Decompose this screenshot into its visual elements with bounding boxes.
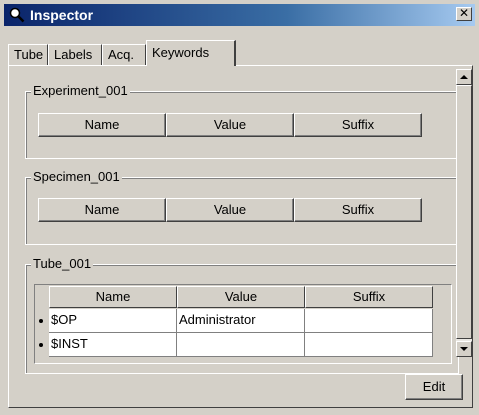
experiment-group-title: Experiment_001 <box>31 83 130 98</box>
close-icon: ✕ <box>458 6 470 20</box>
column-header-suffix[interactable]: Suffix <box>305 286 433 308</box>
cell-value[interactable] <box>177 333 305 357</box>
cell-value[interactable]: Administrator <box>177 309 305 333</box>
experiment-value-button[interactable]: Value <box>166 113 294 137</box>
specimen-value-button[interactable]: Value <box>166 198 294 222</box>
scroll-down-button[interactable] <box>456 341 472 357</box>
specimen-group-title: Specimen_001 <box>31 169 122 184</box>
edit-button[interactable]: Edit <box>405 374 463 400</box>
column-header-value[interactable]: Value <box>177 286 305 308</box>
cell-suffix[interactable] <box>305 333 433 357</box>
title-bar[interactable]: Inspector ✕ <box>4 4 475 26</box>
experiment-name-button[interactable]: Name <box>38 113 166 137</box>
tab-acq[interactable]: Acq. <box>102 44 146 66</box>
magnifier-icon <box>9 7 25 23</box>
specimen-group: Specimen_001 Name Value Suffix <box>25 169 459 245</box>
cell-suffix[interactable] <box>305 309 433 333</box>
cell-name[interactable]: $OP <box>49 309 177 333</box>
tab-keywords[interactable]: Keywords <box>146 40 236 66</box>
arrow-down-icon <box>460 347 468 351</box>
tab-tube[interactable]: Tube <box>8 44 48 66</box>
experiment-suffix-button[interactable]: Suffix <box>294 113 422 137</box>
specimen-name-button[interactable]: Name <box>38 198 166 222</box>
vertical-scrollbar[interactable] <box>456 69 472 357</box>
row-selector[interactable] <box>35 333 49 357</box>
tube-group: Tube_001 Name Value Suffix $OP Administr… <box>25 256 459 374</box>
arrow-up-icon <box>460 75 468 79</box>
tab-labels[interactable]: Labels <box>48 44 102 66</box>
cell-name[interactable]: $INST <box>49 333 177 357</box>
keywords-grid: Name Value Suffix $OP Administrator $INS… <box>34 284 452 364</box>
scroll-thumb[interactable] <box>456 85 472 339</box>
specimen-suffix-button[interactable]: Suffix <box>294 198 422 222</box>
inspector-window: Inspector ✕ Tube Labels Acq. Keywords Ex… <box>0 0 479 415</box>
tube-group-title: Tube_001 <box>31 256 94 271</box>
row-marker-icon <box>39 319 43 323</box>
experiment-group: Experiment_001 Name Value Suffix <box>25 83 459 159</box>
column-header-name[interactable]: Name <box>49 286 177 308</box>
keywords-panel: Experiment_001 Name Value Suffix Specime… <box>8 65 473 408</box>
window-title: Inspector <box>30 7 94 23</box>
row-marker-icon <box>39 343 43 347</box>
row-selector[interactable] <box>35 309 49 333</box>
scroll-up-button[interactable] <box>456 69 472 85</box>
close-button[interactable]: ✕ <box>456 7 472 21</box>
